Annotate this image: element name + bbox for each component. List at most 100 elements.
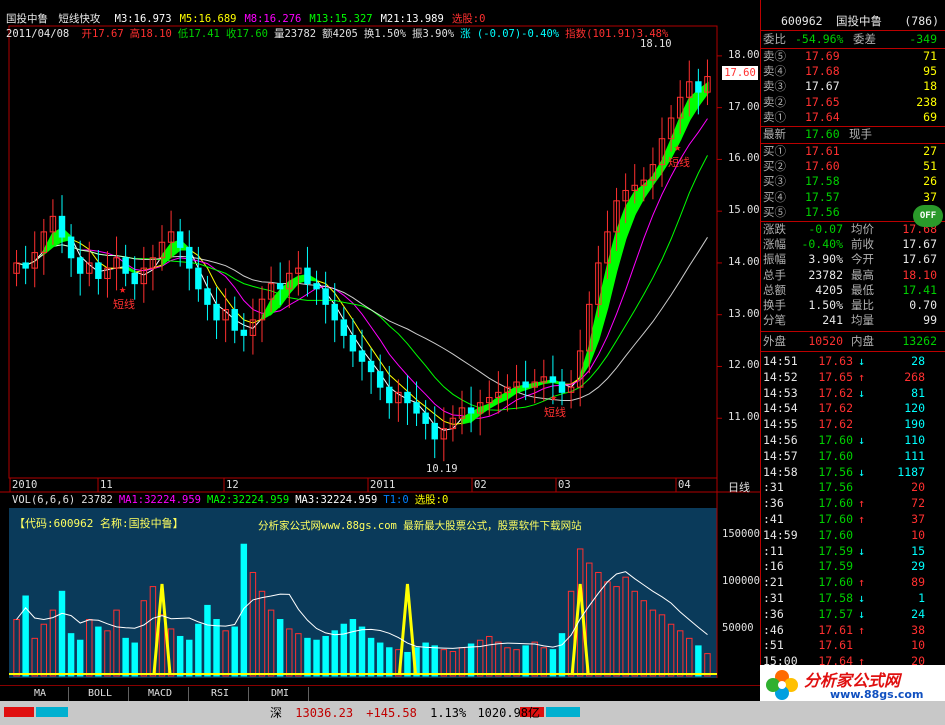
ask-label: 卖① xyxy=(763,109,786,124)
ask-volume: 71 xyxy=(923,49,937,63)
tick-time: 14:52 xyxy=(763,369,798,384)
stat-value: 17.67 xyxy=(902,237,937,252)
tick-time: 14:57 xyxy=(763,448,798,463)
stat-value: 17.41 xyxy=(902,282,937,297)
period-label[interactable]: 日线 xyxy=(728,479,750,495)
indicator-tab-ma[interactable]: MA xyxy=(12,687,69,701)
time-tick-label: 12 xyxy=(226,479,239,491)
ask-price: 17.64 xyxy=(805,109,840,124)
short-line-label: 短线 xyxy=(668,156,690,169)
indicator-tab-macd[interactable]: MACD xyxy=(132,687,189,701)
ask-price: 17.67 xyxy=(805,79,840,94)
candle-body xyxy=(422,412,429,424)
off-toggle-button[interactable]: OFF xyxy=(913,205,943,227)
ma-legend: M3:16.973 M5:16.689 M8:16.276 M13:15.327 M21… xyxy=(107,13,486,25)
indicator-tab-bar: MA BOLL MACD RSI DMI xyxy=(0,685,760,702)
stat-label: 分笔 xyxy=(763,313,786,328)
tick-volume: 72 xyxy=(911,496,925,511)
quote-legend: 开17.67 高18.10 低17.41 收17.60 量23782 额4205 换1.50… xyxy=(76,28,669,40)
tick-time: 14:51 xyxy=(763,354,798,368)
volume-legend-item: MA3:32224.959 xyxy=(295,494,378,506)
candle-body xyxy=(186,246,193,269)
candle-body xyxy=(413,402,420,414)
ma-legend-item: M13:15.327 xyxy=(309,13,373,25)
weibi-row: 委比 -54.96% 委差 -349 xyxy=(761,32,945,47)
candle-body xyxy=(76,257,84,274)
tick-row: :11 17.59 ↓ 15 xyxy=(761,544,945,559)
outer-label: 外盘 xyxy=(763,334,786,348)
ask-volume: 18 xyxy=(923,79,937,94)
volume-tick-label: 100000 xyxy=(722,574,760,587)
volume-bar xyxy=(431,645,438,677)
tick-arrow: ↑ xyxy=(858,512,865,526)
quote-legend-item: 收17.60 xyxy=(225,28,268,40)
kline-chart-svg[interactable] xyxy=(0,0,760,685)
tick-price: 17.65 xyxy=(818,369,853,384)
indicator-tab-rsi[interactable]: RSI xyxy=(192,687,249,701)
candle-body xyxy=(313,283,320,290)
candle-body xyxy=(176,231,184,248)
volume-tick-label: 50000 xyxy=(722,621,754,634)
quote-date: 2011/04/08 xyxy=(6,28,70,40)
volume-code-label: 【代码:600962 名称:国投中鲁】 xyxy=(14,517,184,530)
candle-body xyxy=(195,267,202,290)
stock-name[interactable]: 国投中鲁 xyxy=(6,13,48,25)
time-tick-label: 04 xyxy=(678,479,691,491)
ma-legend-item: M5:16.689 xyxy=(179,13,237,25)
indicator-tab-dmi[interactable]: DMI xyxy=(252,687,309,701)
tick-price: 17.60 xyxy=(818,527,853,542)
weibi-value: -54.96% xyxy=(795,32,844,46)
candle-body xyxy=(322,288,329,305)
volume-bar xyxy=(122,637,129,677)
tick-price: 17.60 xyxy=(818,512,853,526)
ask-row: 卖④ 17.68 95 xyxy=(761,64,945,79)
status-bar: 深 13036.23 +145.58 1.13% 1020.98亿 xyxy=(0,701,945,725)
index-summary[interactable]: 深 13036.23 +145.58 1.13% 1020.98亿 xyxy=(270,704,540,721)
volume-bar xyxy=(367,637,375,677)
volume-bar xyxy=(231,626,238,677)
current-price-tag: 17.60 xyxy=(722,66,758,80)
volume-bar xyxy=(195,623,202,677)
latest-value: 17.60 xyxy=(805,127,840,141)
quote-title: 600962 国投中鲁 (786) xyxy=(761,14,945,29)
tick-time: 14:54 xyxy=(763,401,798,416)
candle-body xyxy=(367,360,375,373)
volume-bar xyxy=(349,619,357,677)
bid-volume: 26 xyxy=(923,174,937,189)
bid-row: 买③ 17.58 26 xyxy=(761,174,945,189)
volume-bar xyxy=(404,651,411,677)
kline-chart-area[interactable]: 国投中鲁 短线快攻 M3:16.973 M5:16.689 M8:16.276 M13… xyxy=(0,0,760,725)
high-price-label: 18.10 xyxy=(640,38,672,50)
stat-label: 均价 xyxy=(851,222,874,236)
quote-legend-item: 高18.10 xyxy=(129,28,172,40)
time-tick-label: 2011 xyxy=(370,479,396,491)
indicator-name[interactable]: 短线快攻 xyxy=(58,13,100,25)
stat-label: 均量 xyxy=(851,313,874,328)
tick-price: 17.60 xyxy=(818,433,853,447)
tick-volume: 190 xyxy=(904,417,925,432)
stat-label: 最高 xyxy=(851,267,874,282)
site-logo: 分析家公式网 www.88gs.com xyxy=(760,665,945,705)
volume-legend-item: 23782 xyxy=(81,494,113,506)
stat-value: 23782 xyxy=(808,267,843,282)
volume-bar xyxy=(304,637,311,677)
weibi-label: 委比 xyxy=(763,32,786,46)
index-value: 13036.23 xyxy=(295,706,354,720)
tick-volume: 38 xyxy=(911,622,925,637)
tick-volume: 110 xyxy=(904,433,925,447)
star-icon: ★ xyxy=(674,140,682,154)
candle-body xyxy=(404,391,411,404)
candle-body xyxy=(522,381,529,388)
tick-row: 14:56 17.60 ↓ 110 xyxy=(761,433,945,448)
stat-label: 振幅 xyxy=(763,252,786,267)
candle-body xyxy=(695,81,702,93)
tick-time: :36 xyxy=(763,606,784,621)
tick-time: :51 xyxy=(763,638,784,653)
tick-volume: 28 xyxy=(911,354,925,368)
tick-row: 14:52 17.65 ↑ 268 xyxy=(761,370,945,385)
volume-bar xyxy=(76,639,84,677)
tick-price: 17.59 xyxy=(818,543,853,558)
indicator-tab-boll[interactable]: BOLL xyxy=(72,687,129,701)
ask-row: 卖② 17.65 238 xyxy=(761,95,945,110)
tick-volume: 89 xyxy=(911,575,925,590)
